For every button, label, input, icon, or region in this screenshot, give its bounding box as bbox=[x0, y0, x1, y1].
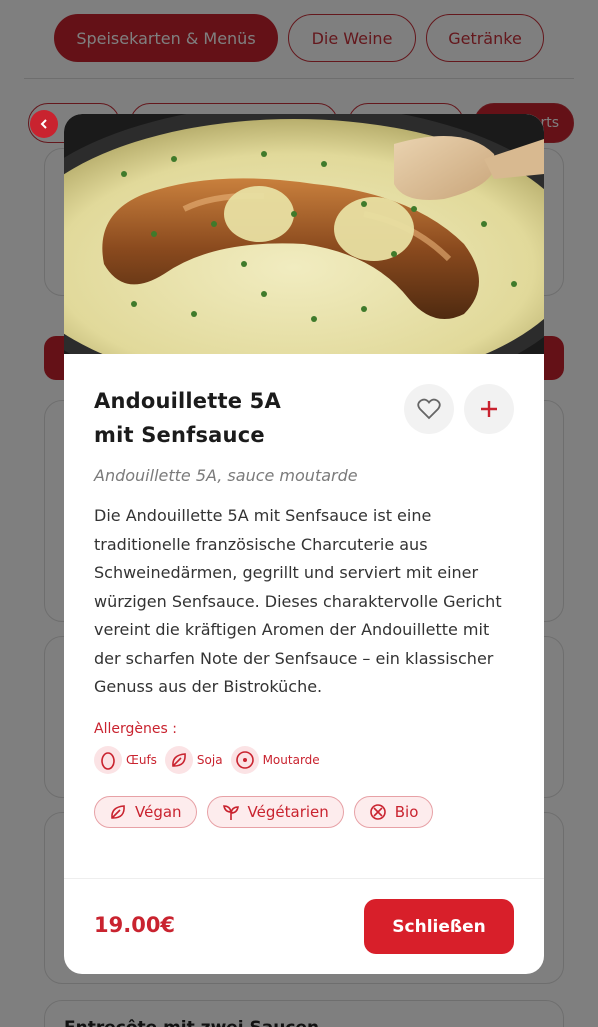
dish-detail-modal: Andouillette 5A mit Senfsauce Andouillet… bbox=[64, 114, 544, 974]
bio-icon bbox=[369, 804, 386, 820]
mustard-seed-icon bbox=[230, 746, 259, 774]
add-to-cart-button[interactable] bbox=[464, 384, 514, 434]
allergen-label: Soja bbox=[196, 753, 223, 767]
chevron-left-icon[interactable] bbox=[30, 110, 58, 138]
dish-title-line: Andouillette 5A bbox=[94, 389, 281, 413]
dish-tags: Végan Végétarien Bio bbox=[94, 796, 434, 828]
favorite-button[interactable] bbox=[404, 384, 454, 434]
allergen-item: Moutarde bbox=[230, 746, 320, 774]
plus-icon bbox=[481, 401, 497, 417]
leaf-icon bbox=[164, 746, 193, 774]
dish-title: Andouillette 5A mit Senfsauce bbox=[94, 384, 314, 452]
dish-description: Die Andouillette 5A mit Senfsauce ist ei… bbox=[94, 506, 502, 696]
tag-bio: Bio bbox=[353, 796, 434, 828]
egg-icon bbox=[94, 746, 122, 774]
allergens-title: Allergènes : bbox=[94, 721, 177, 737]
sprout-icon bbox=[222, 805, 239, 820]
allergen-label: Moutarde bbox=[262, 753, 320, 767]
tag-vegan: Végan bbox=[94, 796, 197, 828]
allergens-list: Œufs Soja Moutarde bbox=[94, 746, 320, 774]
allergen-item: Œufs bbox=[94, 746, 157, 774]
leaf-icon bbox=[111, 805, 125, 819]
tag-vegetarian: Végétarien bbox=[206, 796, 344, 828]
allergen-label: Œufs bbox=[126, 753, 157, 767]
footer-divider bbox=[64, 878, 544, 879]
heart-icon bbox=[417, 398, 441, 420]
dish-subtitle: Andouillette 5A, sauce moutarde bbox=[94, 466, 358, 485]
dish-title-line: mit Senfsauce bbox=[94, 423, 265, 447]
tag-label: Bio bbox=[394, 803, 419, 821]
tag-label: Végan bbox=[135, 803, 182, 821]
close-button[interactable]: Schließen bbox=[364, 899, 514, 954]
tag-label: Végétarien bbox=[247, 803, 329, 821]
dish-price: 19.00€ bbox=[94, 913, 176, 937]
dish-photo bbox=[64, 114, 544, 354]
allergen-item: Soja bbox=[164, 746, 223, 774]
